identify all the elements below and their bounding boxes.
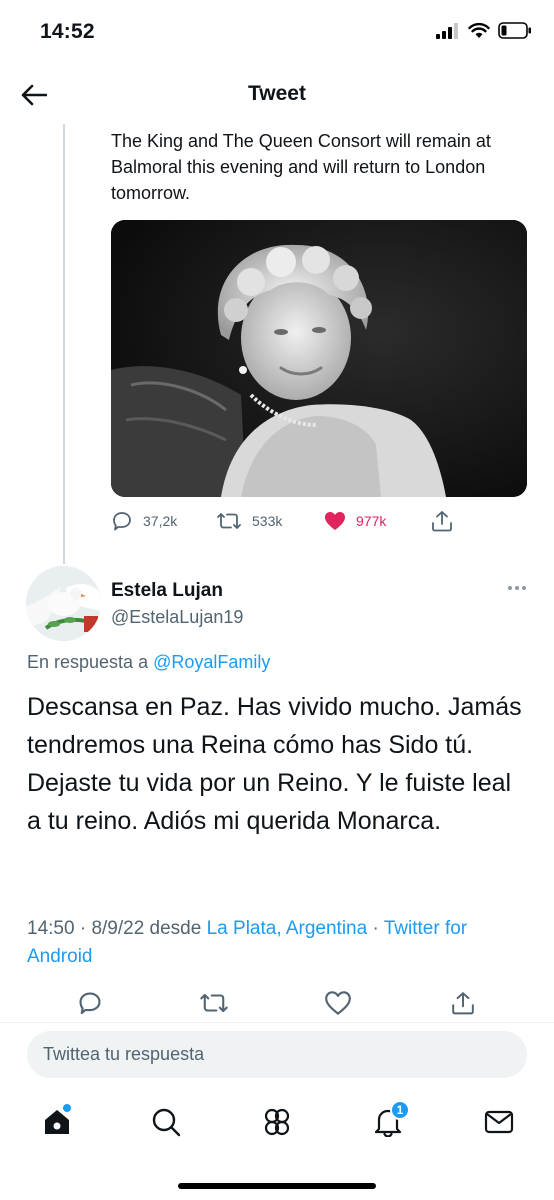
communities-icon (264, 1108, 290, 1136)
home-icon (45, 1110, 69, 1134)
notifications-badge: 1 (390, 1100, 410, 1120)
tweet-date: 8/9/22 (91, 918, 145, 939)
share-button[interactable] (448, 988, 478, 1018)
reply-tweet-actions (0, 986, 554, 1022)
share-icon (452, 992, 474, 1015)
reply-context: En respuesta a @RoyalFamily (27, 652, 270, 673)
reply-count: 37,2k (143, 513, 178, 529)
parent-tweet-text: The King and The Queen Consort will rema… (111, 131, 491, 203)
bottom-navigation: 1 (0, 1090, 554, 1154)
tweet-metadata: 14:50 · 8/9/22 desde La Plata, Argentina… (27, 915, 527, 971)
like-button[interactable] (323, 988, 353, 1018)
retweet-action[interactable]: 533k (216, 505, 282, 537)
heart-filled-icon (325, 512, 345, 530)
reply-action[interactable]: 37,2k (111, 505, 177, 537)
home-indicator (178, 1183, 376, 1189)
nav-notifications[interactable]: 1 (368, 1100, 410, 1142)
wifi-icon (468, 22, 490, 38)
retweet-count: 533k (252, 513, 283, 529)
more-options-button[interactable] (508, 586, 526, 590)
reply-prefix: En respuesta a (27, 652, 149, 672)
nav-messages[interactable] (479, 1102, 519, 1142)
status-bar: 14:52 (0, 0, 554, 66)
location-link[interactable]: La Plata, Argentina (207, 918, 368, 939)
page-title: Tweet (248, 82, 306, 105)
like-action[interactable]: 977k (324, 505, 386, 537)
status-time: 14:52 (40, 20, 95, 43)
avatar[interactable] (26, 566, 101, 641)
top-header: Tweet (0, 66, 554, 124)
search-icon (152, 1108, 181, 1137)
tweet-photo[interactable] (111, 220, 527, 497)
dove-avatar-image (26, 566, 101, 641)
cellular-signal-icon (436, 22, 458, 39)
more-dot (508, 586, 512, 590)
retweet-button[interactable] (199, 988, 229, 1018)
thread-line (63, 124, 65, 564)
home-unread-dot (63, 1104, 71, 1112)
queen-portrait-image (111, 220, 527, 497)
user-display-name[interactable]: Estela Lujan (111, 580, 223, 602)
meta-separator: · (79, 918, 92, 939)
battery-icon (498, 22, 531, 39)
divider (0, 1022, 554, 1023)
meta-separator: · (372, 918, 384, 939)
reply-input[interactable]: Twittea tu respuesta (27, 1031, 527, 1078)
more-dot (522, 586, 526, 590)
retweet-icon (217, 513, 241, 529)
nav-communities[interactable] (257, 1102, 297, 1142)
nav-home[interactable] (37, 1102, 77, 1142)
reply-button[interactable] (75, 988, 105, 1018)
comment-icon (79, 992, 101, 1015)
heart-outline-icon (325, 991, 351, 1015)
user-handle[interactable]: @EstelaLujan19 (111, 607, 243, 628)
location-prefix: desde (149, 918, 202, 939)
more-dot (515, 586, 519, 590)
like-count: 977k (356, 513, 387, 529)
parent-tweet-actions: 37,2k 533k 977k (111, 505, 531, 537)
retweet-icon (200, 993, 228, 1013)
mail-icon (484, 1110, 514, 1134)
share-icon (432, 511, 452, 532)
tweet-time: 14:50 (27, 918, 75, 939)
reply-tweet-text: Descansa en Paz. Has vivido mucho. Jamás… (27, 693, 522, 835)
nav-search[interactable] (146, 1102, 186, 1142)
reply-to-link[interactable]: @RoyalFamily (153, 652, 270, 672)
share-action[interactable] (431, 505, 453, 537)
status-icons (436, 22, 532, 39)
comment-icon (113, 512, 131, 531)
